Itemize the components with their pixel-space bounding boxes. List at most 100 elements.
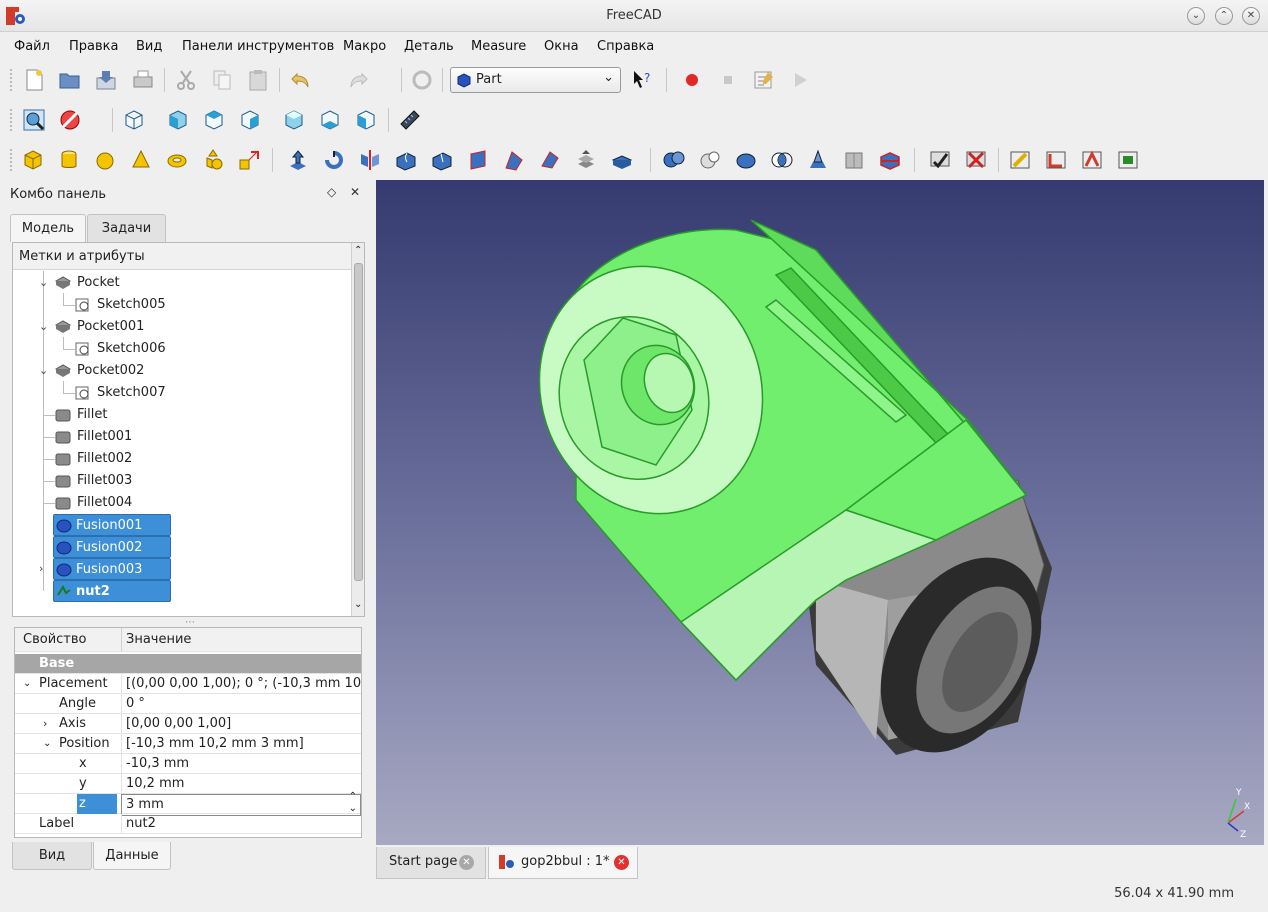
close-panel-icon[interactable]: ✕ [350, 185, 360, 199]
cut-icon[interactable] [174, 68, 198, 92]
menu-windows[interactable]: Окна [544, 39, 579, 54]
property-value[interactable]: [(0,00 0,00 1,00); 0 °; (-10,3 mm 10,... [121, 674, 361, 694]
isometric-view-icon[interactable] [122, 108, 146, 132]
boolean-icon[interactable] [662, 148, 686, 172]
redo-icon[interactable] [346, 68, 370, 92]
fusion-icon[interactable] [734, 148, 758, 172]
whats-this-icon[interactable]: ? [630, 68, 654, 92]
make-face-icon[interactable] [466, 148, 490, 172]
expand-chevron-icon[interactable]: › [43, 714, 47, 734]
menu-edit[interactable]: Правка [69, 39, 118, 54]
property-value[interactable]: -10,3 mm [121, 754, 361, 774]
expand-chevron-icon[interactable]: ⌄ [43, 734, 51, 754]
tree-item-fusion001[interactable]: Fusion001 [53, 514, 171, 536]
expand-chevron-icon[interactable]: ⌄ [23, 674, 31, 694]
shape-builder-icon[interactable] [237, 148, 261, 172]
scroll-up-icon[interactable]: ⌃ [354, 245, 362, 256]
doc-tab-gop2bbul[interactable]: gop2bbul : 1* ✕ [488, 847, 638, 879]
tree-item-fusion003[interactable]: Fusion003 [53, 558, 171, 580]
bottom-view-icon[interactable] [318, 108, 342, 132]
tree-item-nut2[interactable]: nut2 [53, 580, 171, 602]
measure-refresh-icon[interactable] [1080, 148, 1104, 172]
copy-icon[interactable] [210, 68, 234, 92]
menu-part[interactable]: Деталь [404, 39, 454, 54]
record-macro-icon[interactable] [680, 68, 704, 92]
macro-editor-icon[interactable] [752, 68, 776, 92]
menu-measure[interactable]: Measure [471, 39, 526, 54]
loft-icon[interactable] [538, 148, 562, 172]
menu-view[interactable]: Вид [136, 39, 162, 54]
tab-tasks[interactable]: Задачи [87, 214, 166, 242]
top-view-icon[interactable] [202, 108, 226, 132]
revolve-icon[interactable] [322, 148, 346, 172]
cut-boolean-icon[interactable] [698, 148, 722, 172]
open-folder-icon[interactable] [58, 68, 82, 92]
expand-chevron-icon[interactable]: ⌄ [39, 364, 48, 377]
property-row-angle[interactable]: Angle 0 ° [15, 694, 361, 714]
value-column-header[interactable]: Значение [121, 628, 361, 652]
paste-icon[interactable] [246, 68, 270, 92]
defeaturing-icon[interactable] [964, 148, 988, 172]
property-row-z[interactable]: z 3 mm ⌃ ⌄ [15, 791, 361, 816]
toolbar-handle[interactable] [9, 108, 13, 132]
fillet-icon[interactable] [394, 148, 418, 172]
tab-data[interactable]: Данные [93, 842, 171, 870]
doc-tab-start-page[interactable]: Start page ✕ [376, 847, 486, 879]
tree-column-header[interactable]: Метки и атрибуты [13, 243, 351, 270]
close-window-button[interactable]: ✕ [1242, 7, 1260, 25]
property-value[interactable]: nut2 [121, 814, 361, 834]
sweep-icon[interactable] [574, 148, 598, 172]
tree-item-fusion002[interactable]: Fusion002 [53, 536, 171, 558]
common-icon[interactable] [770, 148, 794, 172]
create-primitives-icon[interactable] [201, 148, 225, 172]
sphere-icon[interactable] [93, 148, 117, 172]
chamfer-icon[interactable] [430, 148, 454, 172]
tab-model[interactable]: Модель [10, 214, 86, 242]
property-value[interactable]: [-10,3 mm 10,2 mm 3 mm] [121, 734, 361, 754]
toolbar-handle[interactable] [9, 68, 13, 92]
collapse-chevron-icon[interactable]: › [39, 562, 43, 575]
float-panel-icon[interactable]: ◇ [327, 185, 336, 199]
stop-macro-icon[interactable] [716, 68, 740, 92]
property-row-x[interactable]: x -10,3 mm [15, 754, 361, 774]
front-view-icon[interactable] [166, 108, 190, 132]
print-icon[interactable] [131, 68, 155, 92]
measure-linear-icon[interactable] [1008, 148, 1032, 172]
expand-chevron-icon[interactable]: ⌄ [39, 320, 48, 333]
toolbar-handle[interactable] [9, 148, 13, 172]
property-row-y[interactable]: y 10,2 mm [15, 774, 361, 794]
scroll-down-icon[interactable]: ⌄ [354, 599, 362, 610]
undo-icon[interactable] [289, 68, 313, 92]
extrude-icon[interactable] [286, 148, 310, 172]
minimize-button[interactable]: ⌄ [1187, 7, 1205, 25]
new-document-icon[interactable] [22, 68, 46, 92]
execute-macro-icon[interactable] [788, 68, 812, 92]
fit-all-icon[interactable] [22, 108, 46, 132]
compound-tools-icon[interactable] [878, 148, 902, 172]
property-value-editor[interactable]: 3 mm [121, 794, 361, 816]
mirror-icon[interactable] [358, 148, 382, 172]
property-row-label[interactable]: Label nut2 [15, 814, 361, 834]
property-column-header[interactable]: Свойство [23, 628, 86, 652]
menu-macro[interactable]: Макро [343, 39, 386, 54]
section-icon[interactable] [610, 148, 634, 172]
torus-icon[interactable] [165, 148, 189, 172]
property-row-axis[interactable]: › Axis [0,00 0,00 1,00] [15, 714, 361, 734]
measure-distance-icon[interactable] [398, 108, 422, 132]
check-geometry-icon[interactable] [928, 148, 952, 172]
join-features-icon[interactable] [806, 148, 830, 172]
measure-angular-icon[interactable] [1044, 148, 1068, 172]
tree-scrollbar[interactable]: ⌃ ⌄ [351, 243, 364, 616]
draw-style-icon[interactable] [58, 108, 82, 132]
menu-toolbars[interactable]: Панели инструментов [182, 39, 334, 54]
property-value[interactable]: [0,00 0,00 1,00] [121, 714, 361, 734]
right-view-icon[interactable] [238, 108, 262, 132]
close-tab-icon[interactable]: ✕ [614, 855, 629, 870]
property-value[interactable]: 0 ° [121, 694, 361, 714]
measure-clear-icon[interactable] [1116, 148, 1140, 172]
tab-view[interactable]: Вид [12, 842, 92, 870]
3d-model-render[interactable] [376, 180, 1264, 845]
cube-icon[interactable] [21, 148, 45, 172]
spinbox-arrows-icon[interactable]: ⌃ ⌄ [349, 791, 357, 815]
left-view-icon[interactable] [354, 108, 378, 132]
